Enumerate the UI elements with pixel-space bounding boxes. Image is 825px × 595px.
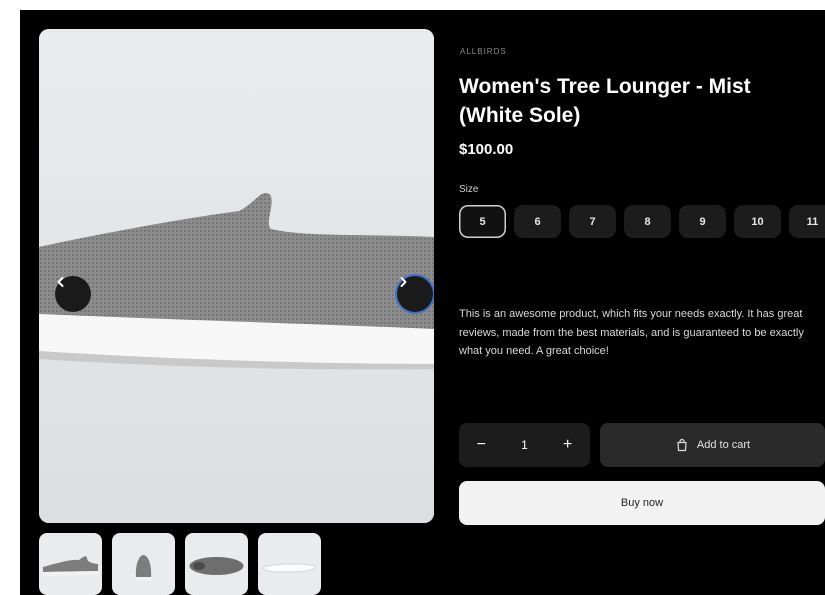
buy-now-button[interactable]: Buy now xyxy=(459,481,825,525)
add-to-cart-label: Add to cart xyxy=(696,439,751,451)
product-description: This is an awesome product, which fits y… xyxy=(459,308,804,357)
chevron-right-icon xyxy=(400,277,407,287)
size-option-8[interactable]: 8 xyxy=(624,205,671,238)
main-product-image xyxy=(39,29,434,523)
size-option-5[interactable]: 5 xyxy=(459,205,506,238)
shopping-bag-icon xyxy=(677,438,687,452)
size-label: Size xyxy=(459,184,479,195)
product-price: $100.00 xyxy=(459,141,514,158)
size-option-10[interactable]: 10 xyxy=(734,205,781,238)
next-image-button[interactable] xyxy=(397,276,433,312)
previous-image-button[interactable] xyxy=(55,276,91,312)
decrease-quantity-button[interactable]: − xyxy=(477,436,486,454)
product-title: Women's Tree Lounger - Mist (White Sole) xyxy=(459,75,751,127)
thumbnail-back-view[interactable] xyxy=(112,533,175,595)
add-to-cart-button[interactable]: Add to cart xyxy=(600,423,825,467)
size-options: 5 6 7 8 9 10 11 xyxy=(459,205,825,238)
thumbnail-strip xyxy=(39,533,321,595)
size-option-7[interactable]: 7 xyxy=(569,205,616,238)
quantity-stepper: − 1 + xyxy=(459,423,590,467)
increase-quantity-button[interactable]: + xyxy=(563,436,572,454)
thumbnail-top-view[interactable] xyxy=(185,533,248,595)
product-page: ALLBIRDS Women's Tree Lounger - Mist (Wh… xyxy=(20,10,825,595)
size-option-11[interactable]: 11 xyxy=(789,205,825,238)
chevron-left-icon xyxy=(57,277,64,287)
thumbnail-side-view[interactable] xyxy=(39,533,102,595)
size-option-6[interactable]: 6 xyxy=(514,205,561,238)
vendor-name: ALLBIRDS xyxy=(460,47,507,56)
shoe-image xyxy=(39,29,434,523)
thumbnail-sole-view[interactable] xyxy=(258,533,321,595)
quantity-value: 1 xyxy=(521,438,528,452)
size-option-9[interactable]: 9 xyxy=(679,205,726,238)
